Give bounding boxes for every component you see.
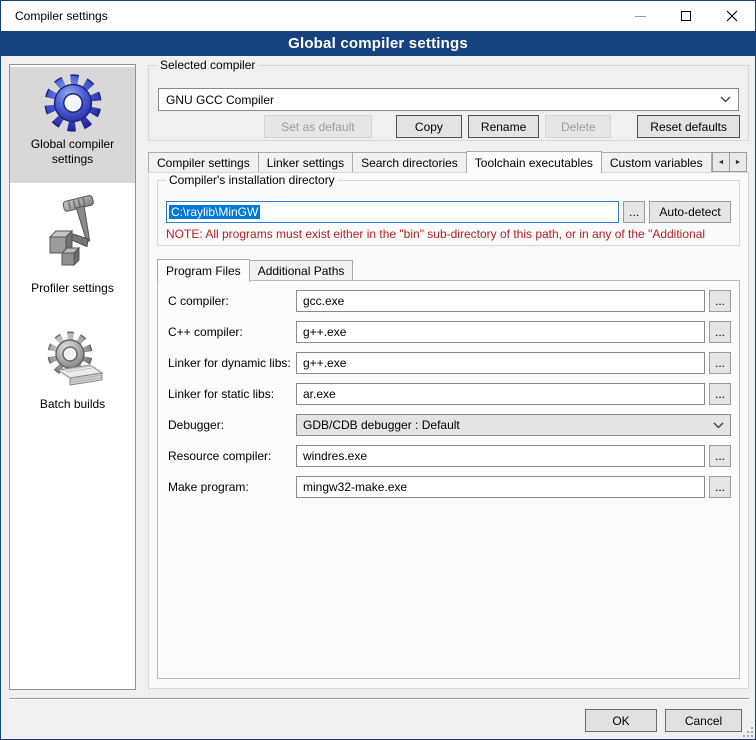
window-title: Compiler settings bbox=[15, 9, 108, 23]
program-browse-button[interactable]: ... bbox=[709, 476, 731, 498]
settings-tab[interactable]: Compiler settings bbox=[148, 152, 259, 173]
tab-scroll-left-button[interactable]: ◄ bbox=[712, 152, 730, 172]
footer-divider bbox=[9, 698, 749, 700]
program-label: C++ compiler: bbox=[168, 325, 296, 339]
program-browse-button[interactable]: ... bbox=[709, 290, 731, 312]
settings-tab[interactable]: Custom variables bbox=[601, 152, 712, 173]
program-subtabs: Program Files Additional Paths bbox=[157, 259, 352, 281]
sidebar-item-batch-builds[interactable]: Batch builds bbox=[10, 323, 135, 419]
program-label: Linker for static libs: bbox=[168, 387, 296, 401]
maximize-icon bbox=[681, 11, 691, 21]
tab-scroll-buttons: ◄ ► bbox=[713, 152, 747, 172]
program-label: Debugger: bbox=[168, 418, 296, 432]
settings-tab[interactable]: Linker settings bbox=[258, 152, 353, 173]
program-row: Resource compiler: windres.exe ... bbox=[168, 445, 731, 467]
chevron-down-icon bbox=[713, 422, 724, 429]
minimize-button[interactable] bbox=[617, 1, 663, 31]
compiler-action-button[interactable]: Rename bbox=[468, 115, 539, 138]
program-label: Resource compiler: bbox=[168, 449, 296, 463]
arrow-left-icon: ◄ bbox=[718, 159, 725, 166]
program-value-field[interactable]: mingw32-make.exe bbox=[296, 476, 705, 498]
program-files-panel: C compiler: gcc.exe ... C++ compiler: g+… bbox=[157, 280, 740, 679]
close-icon bbox=[726, 10, 738, 22]
sidebar-item-label: Batch builds bbox=[10, 397, 135, 412]
minimize-icon bbox=[635, 16, 646, 17]
maximize-button[interactable] bbox=[663, 1, 709, 31]
compiler-actions: Set as default Copy Rename Delete Reset … bbox=[157, 115, 740, 138]
browse-directory-button[interactable]: ... bbox=[623, 201, 645, 223]
installation-directory-input[interactable]: C:\raylib\MinGW bbox=[166, 201, 619, 223]
compiler-settings-dialog: Compiler settings Global compiler settin… bbox=[0, 0, 756, 740]
program-value-field[interactable]: gcc.exe bbox=[296, 290, 705, 312]
gear-stack-icon bbox=[10, 328, 135, 394]
program-label: C compiler: bbox=[168, 294, 296, 308]
program-label: Linker for dynamic libs: bbox=[168, 356, 296, 370]
installation-directory-value: C:\raylib\MinGW bbox=[169, 205, 260, 219]
program-row: Linker for dynamic libs: g++.exe ... bbox=[168, 352, 731, 374]
program-subtab[interactable]: Program Files bbox=[157, 259, 250, 282]
installation-directory-row: C:\raylib\MinGW ... Auto-detect bbox=[166, 201, 731, 223]
program-value-field[interactable]: g++.exe bbox=[296, 321, 705, 343]
program-browse-button[interactable]: ... bbox=[709, 321, 731, 343]
selected-compiler-group-label: Selected compiler bbox=[157, 58, 258, 72]
compiler-action-button[interactable]: Delete bbox=[545, 115, 611, 138]
program-row: Debugger: GDB/CDB debugger : Default ... bbox=[168, 414, 731, 436]
program-label: Make program: bbox=[168, 480, 296, 494]
program-browse-button[interactable]: ... bbox=[709, 383, 731, 405]
settings-category-list: Global compiler settings bbox=[9, 64, 136, 690]
chevron-down-icon bbox=[720, 96, 731, 103]
window-controls bbox=[617, 1, 755, 31]
caliper-icon bbox=[10, 192, 135, 278]
settings-tabs: Compiler settings Linker settings Search… bbox=[148, 150, 749, 173]
program-row: C compiler: gcc.exe ... bbox=[168, 290, 731, 312]
program-value-field[interactable]: g++.exe bbox=[296, 352, 705, 374]
resize-grip[interactable] bbox=[743, 727, 753, 737]
settings-tab[interactable]: Toolchain executables bbox=[466, 151, 602, 173]
program-subtab[interactable]: Additional Paths bbox=[249, 260, 354, 281]
sidebar-item-label: Profiler settings bbox=[10, 281, 135, 296]
selected-compiler-group: Selected compiler GNU GCC Compiler Set a… bbox=[148, 65, 749, 141]
sidebar-item-profiler-settings[interactable]: Profiler settings bbox=[10, 187, 135, 299]
program-value-field[interactable]: windres.exe bbox=[296, 445, 705, 467]
compiler-action-button[interactable]: Reset defaults bbox=[637, 115, 740, 138]
installation-directory-group: Compiler's installation directory C:\ray… bbox=[157, 180, 740, 246]
ok-button[interactable]: OK bbox=[585, 709, 657, 732]
compiler-action-button[interactable]: Copy bbox=[396, 115, 462, 138]
directory-note: NOTE: All programs must exist either in … bbox=[166, 227, 739, 241]
program-row: Make program: mingw32-make.exe ... bbox=[168, 476, 731, 498]
compiler-select-value: GNU GCC Compiler bbox=[166, 93, 274, 107]
program-value-field[interactable]: ar.exe bbox=[296, 383, 705, 405]
program-row: C++ compiler: g++.exe ... bbox=[168, 321, 731, 343]
program-value-field[interactable]: GDB/CDB debugger : Default bbox=[296, 414, 731, 436]
autodetect-button[interactable]: Auto-detect bbox=[649, 201, 731, 223]
sidebar-item-label: Global compiler settings bbox=[10, 137, 135, 167]
title-bar[interactable]: Compiler settings bbox=[1, 1, 755, 31]
compiler-select[interactable]: GNU GCC Compiler bbox=[158, 88, 739, 111]
page-title: Global compiler settings bbox=[1, 31, 755, 56]
tab-scroll-right-button[interactable]: ► bbox=[729, 152, 747, 172]
toolchain-executables-panel: Compiler's installation directory C:\ray… bbox=[148, 172, 749, 689]
program-browse-button[interactable]: ... bbox=[709, 445, 731, 467]
arrow-right-icon: ► bbox=[735, 159, 742, 166]
cancel-button[interactable]: Cancel bbox=[665, 709, 742, 732]
compiler-action-button[interactable]: Set as default bbox=[264, 115, 372, 138]
program-row: Linker for static libs: ar.exe ... bbox=[168, 383, 731, 405]
close-button[interactable] bbox=[709, 1, 755, 31]
installation-directory-group-label: Compiler's installation directory bbox=[166, 173, 338, 187]
gear-blue-icon bbox=[10, 72, 135, 134]
sidebar-item-global-compiler-settings[interactable]: Global compiler settings bbox=[10, 67, 135, 183]
settings-tab[interactable]: Search directories bbox=[352, 152, 467, 173]
program-browse-button[interactable]: ... bbox=[709, 352, 731, 374]
